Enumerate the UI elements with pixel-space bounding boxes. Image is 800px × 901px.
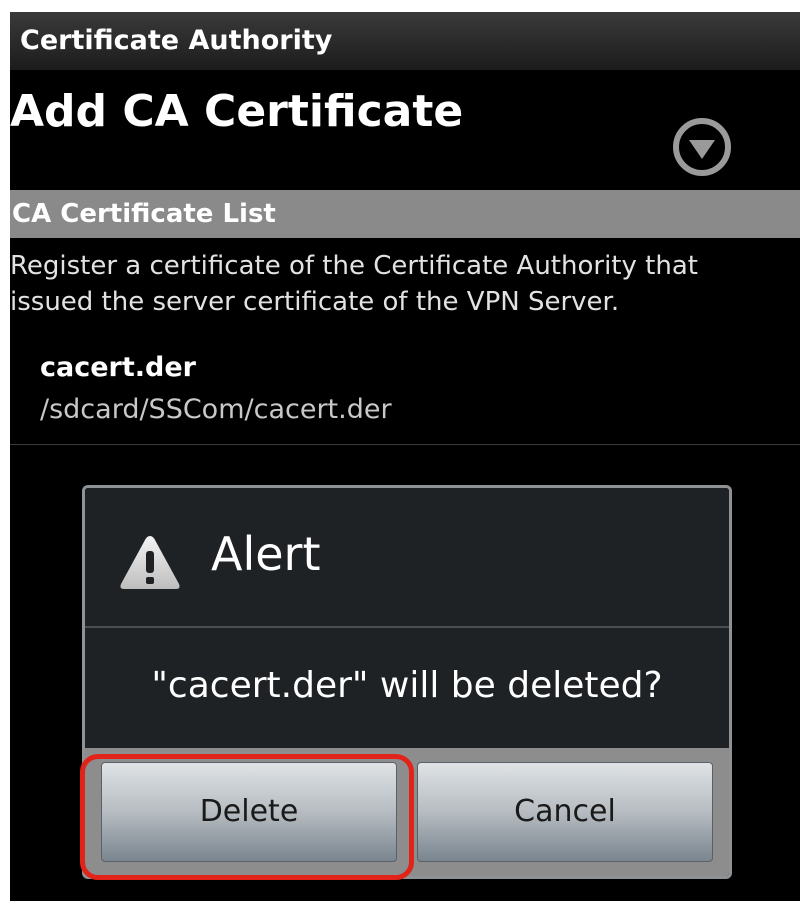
description-line-1: Register a certificate of the Certificat… <box>10 251 698 281</box>
certificate-name: cacert.der <box>40 352 196 383</box>
app-title-bar: Certificate Authority <box>10 12 800 70</box>
certificate-path: /sdcard/SSCom/cacert.der <box>40 394 392 425</box>
dialog-body: "cacert.der" will be deleted? <box>85 628 729 748</box>
section-description: Register a certificate of the Certificat… <box>10 248 800 320</box>
description-line-2: issued the server certificate of the VPN… <box>10 287 620 317</box>
section-header: CA Certificate List <box>10 190 800 238</box>
section-title: CA Certificate List <box>12 199 276 229</box>
warning-triangle-icon <box>117 532 183 592</box>
delete-button[interactable]: Delete <box>101 762 397 862</box>
dialog-title: Alert <box>211 527 321 581</box>
dialog-title-bar: Alert <box>85 488 729 626</box>
alert-dialog: Alert "cacert.der" will be deleted? Dele… <box>82 485 732 879</box>
app-title: Certificate Authority <box>20 25 333 56</box>
cancel-button[interactable]: Cancel <box>417 762 713 862</box>
phone-screen: Certificate Authority Add CA Certificate… <box>10 12 800 901</box>
certificate-list-item[interactable]: cacert.der /sdcard/SSCom/cacert.der <box>10 340 800 445</box>
chevron-down-circle-icon[interactable] <box>670 115 734 179</box>
dialog-message: "cacert.der" will be deleted? <box>151 665 663 706</box>
dialog-button-bar: Delete Cancel <box>85 748 729 876</box>
page-title: Add CA Certificate <box>10 86 464 137</box>
